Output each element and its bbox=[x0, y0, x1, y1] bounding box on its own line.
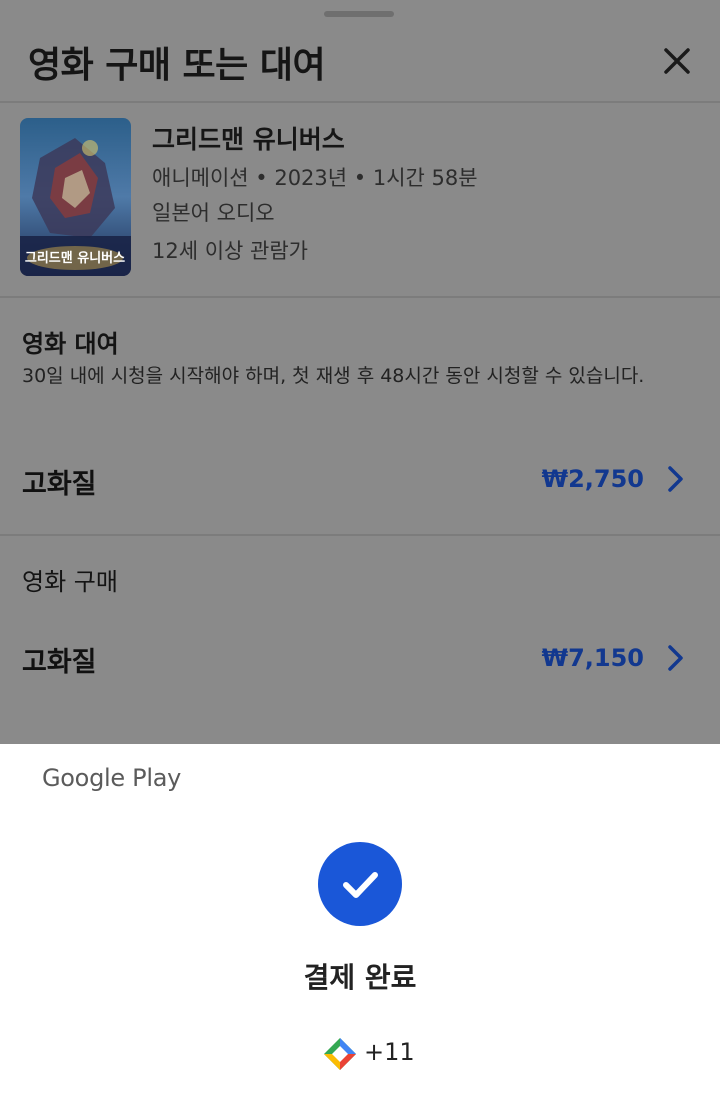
rental-description: 30일 내에 시청을 시작해야 하며, 첫 재생 후 48시간 동안 시청할 수… bbox=[22, 365, 645, 387]
divider bbox=[0, 296, 720, 298]
poster-title-text: 그리드맨 유니버스 bbox=[25, 250, 125, 266]
movie-poster: 그리드맨 유니버스 bbox=[20, 118, 131, 276]
purchase-section-title: 영화 구매 bbox=[22, 568, 118, 596]
play-points-value: +11 bbox=[364, 1038, 415, 1066]
payment-confirmation-panel: Google Play 결제 완료 +11 bbox=[0, 744, 720, 1095]
play-points-icon bbox=[324, 1038, 356, 1070]
movie-meta: 애니메이션 • 2023년 • 1시간 58분 bbox=[152, 166, 478, 190]
sheet-title: 영화 구매 또는 대여 bbox=[28, 45, 326, 86]
rental-price: ₩2,750 bbox=[541, 465, 644, 493]
success-check-icon bbox=[318, 842, 402, 926]
drag-handle[interactable] bbox=[324, 11, 394, 17]
google-play-logo: Google Play bbox=[42, 764, 182, 792]
chevron-right-icon bbox=[668, 645, 683, 671]
close-button[interactable] bbox=[656, 40, 700, 84]
payment-status: 결제 완료 bbox=[303, 961, 417, 994]
chevron-right-icon bbox=[668, 466, 683, 492]
movie-audio: 일본어 오디오 bbox=[152, 201, 275, 225]
close-icon bbox=[664, 48, 690, 74]
purchase-price: ₩7,150 bbox=[541, 644, 644, 672]
divider bbox=[0, 101, 720, 103]
rental-quality-label: 고화질 bbox=[22, 469, 97, 500]
divider bbox=[0, 534, 720, 536]
purchase-sheet: 영화 구매 또는 대여 그리드맨 유니버스 그리드맨 유니버스 애니메이션 • … bbox=[0, 0, 720, 744]
movie-title: 그리드맨 유니버스 bbox=[152, 125, 345, 154]
play-points-badge: +11 bbox=[322, 1036, 415, 1070]
movie-rating: 12세 이상 관람가 bbox=[152, 239, 308, 263]
purchase-quality-label: 고화질 bbox=[22, 647, 97, 678]
rental-section-title: 영화 대여 bbox=[22, 330, 119, 358]
